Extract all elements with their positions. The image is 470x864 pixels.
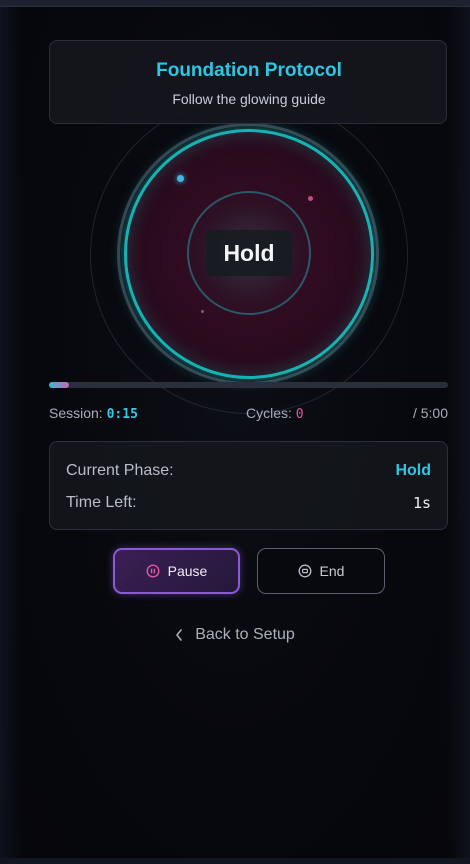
session-total-duration: / 5:00 bbox=[412, 405, 448, 421]
pause-circle-icon bbox=[146, 564, 160, 578]
current-phase-value: Hold bbox=[395, 462, 431, 479]
session-timer: 0:15 bbox=[106, 407, 138, 422]
session-progress-bar bbox=[49, 382, 448, 388]
window-top-bar bbox=[0, 0, 470, 7]
right-edge-glow bbox=[446, 6, 470, 858]
window-bottom-bar bbox=[0, 858, 470, 864]
session-progress-fill bbox=[49, 382, 69, 388]
time-left-label: Time Left: bbox=[66, 494, 137, 511]
session-label: Session: bbox=[49, 405, 103, 421]
end-button[interactable]: End bbox=[257, 548, 385, 594]
current-phase-label: Current Phase: bbox=[66, 462, 174, 479]
chevron-left-icon bbox=[175, 629, 183, 641]
breathing-orb: Hold bbox=[90, 96, 408, 414]
end-button-label: End bbox=[319, 563, 345, 579]
cycles-label: Cycles: bbox=[246, 405, 292, 421]
protocol-subtitle: Follow the glowing guide bbox=[172, 91, 326, 107]
pause-button-label: Pause bbox=[167, 563, 208, 579]
protocol-header-card: Foundation Protocol Follow the glowing g… bbox=[49, 40, 447, 124]
orb-phase-label: Hold bbox=[223, 239, 275, 266]
protocol-title: Foundation Protocol bbox=[156, 60, 342, 81]
session-stat: Session: 0:15 bbox=[49, 405, 138, 422]
time-left-value: 1s bbox=[412, 494, 431, 512]
pause-button[interactable]: Pause bbox=[113, 548, 240, 594]
left-edge-glow bbox=[0, 6, 24, 858]
glow-particle bbox=[308, 196, 313, 201]
phase-label-box: Hold bbox=[206, 230, 292, 276]
stop-circle-icon bbox=[298, 564, 312, 578]
cycles-count: 0 bbox=[295, 407, 304, 422]
back-to-setup-link[interactable]: Back to Setup bbox=[0, 624, 470, 646]
glow-particle bbox=[201, 310, 204, 313]
phase-info-card: Current Phase: Hold Time Left: 1s bbox=[49, 441, 448, 530]
session-stats: Session: 0:15 Cycles: 0 / 5:00 bbox=[49, 405, 448, 425]
back-to-setup-label: Back to Setup bbox=[195, 626, 295, 643]
glow-particle bbox=[177, 175, 184, 182]
cycles-stat: Cycles: 0 bbox=[246, 405, 304, 422]
